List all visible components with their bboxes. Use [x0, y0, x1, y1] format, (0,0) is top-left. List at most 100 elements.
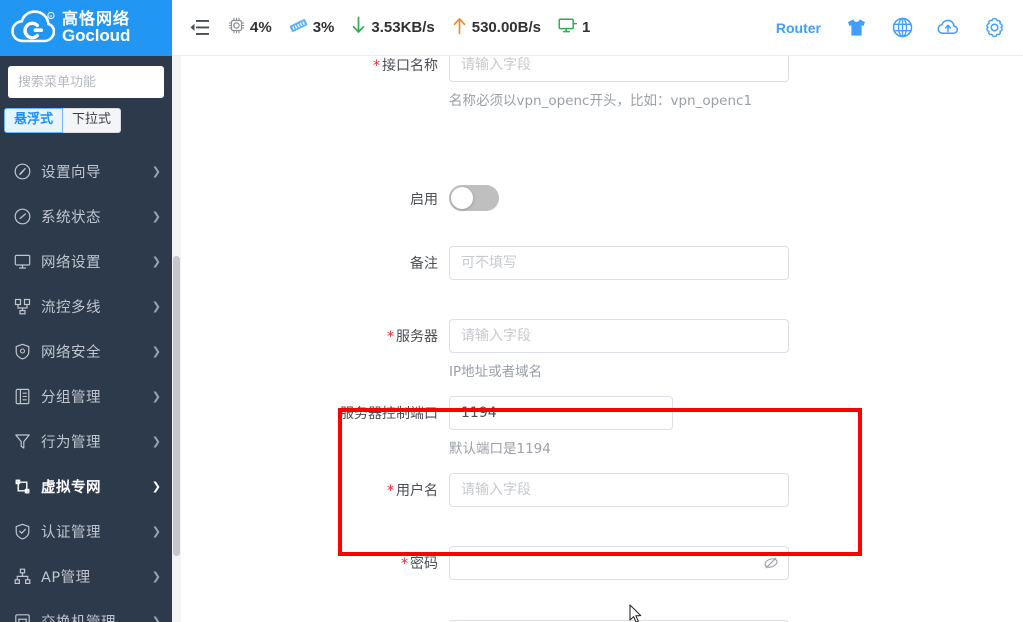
- chevron-right-icon: ❯: [151, 256, 161, 269]
- remark-input[interactable]: [449, 246, 789, 280]
- sidebar-item-label: 虚拟专网: [41, 480, 101, 497]
- chevron-right-icon: ❯: [151, 481, 161, 494]
- chevron-right-icon: ❯: [152, 615, 161, 622]
- sidebar-scrollbar-track[interactable]: [172, 56, 181, 622]
- chevron-right-icon: ❯: [151, 301, 161, 314]
- sidebar-mode-switch: 悬浮式 下拉式: [0, 104, 172, 143]
- sidebar-item-network-security[interactable]: 网络安全 ❯: [0, 329, 172, 374]
- gear-icon[interactable]: [983, 17, 1005, 39]
- book-icon: [13, 388, 31, 406]
- sidebar-item-behavior-management[interactable]: 行为管理 ❯: [0, 419, 172, 464]
- sidebar-item-label: 分组管理: [41, 390, 101, 407]
- gauge-icon: [13, 208, 31, 226]
- upload-speed-stat: 530.00B/s: [452, 16, 541, 40]
- mode-floating-button[interactable]: 悬浮式: [4, 108, 64, 134]
- field-server: IP地址或者域名: [449, 319, 789, 380]
- sidebar-item-label: AP管理: [41, 570, 91, 587]
- enable-toggle[interactable]: [449, 185, 499, 211]
- form-label-enable: 启用: [410, 192, 438, 208]
- username-input[interactable]: [449, 473, 789, 507]
- top-bar-actions: Router: [776, 17, 1023, 39]
- brand-name-cn: 高恪网络: [62, 9, 131, 29]
- collapse-menu-icon[interactable]: [184, 13, 214, 43]
- switch-icon: [13, 613, 31, 622]
- download-speed-stat: 3.53KB/s: [351, 16, 435, 40]
- form-label-server: * 服务器: [387, 329, 438, 345]
- sidebar-item-network-settings[interactable]: 网络设置 ❯: [0, 239, 172, 284]
- form-row-enable: 启用: [321, 182, 499, 211]
- password-input[interactable]: [449, 546, 789, 580]
- server-port-help: 默认端口是1194: [449, 441, 551, 457]
- sidebar-item-label: 系统状态: [41, 210, 101, 227]
- memory-stat: 3%: [289, 17, 335, 39]
- password-wrap: [449, 546, 789, 580]
- sidebar-item-system-status[interactable]: 系统状态 ❯: [0, 194, 172, 239]
- server-port-input[interactable]: [449, 396, 673, 430]
- eye-slash-icon[interactable]: [763, 555, 779, 571]
- sidebar-item-label: 交换机管理: [41, 611, 152, 622]
- sidebar-item-ap-management[interactable]: AP管理 ❯: [0, 554, 172, 599]
- search-input[interactable]: [18, 74, 172, 90]
- online-devices-stat: 1: [558, 17, 590, 39]
- search-box[interactable]: [8, 66, 172, 98]
- flow-icon: [13, 298, 31, 316]
- crop-icon: [13, 478, 31, 496]
- required-star: *: [401, 556, 408, 572]
- chevron-right-icon: ❯: [151, 211, 161, 224]
- field-username: [449, 473, 789, 507]
- content-area: *接口名称 名称必须以vpn_openc开头，比如：vpn_openc1 启用: [181, 56, 1023, 622]
- form-row-server: *服务器 IP地址或者域名: [321, 319, 789, 380]
- sidebar-item-label: 行为管理: [41, 435, 101, 452]
- sidebar-item-label: 网络安全: [41, 345, 101, 362]
- interface-name-input[interactable]: [449, 56, 789, 82]
- interface-name-help: 名称必须以vpn_openc开头，比如：vpn_openc1: [449, 93, 753, 109]
- sidebar-search-wrap: [0, 56, 172, 104]
- memory-usage-value: 3%: [312, 19, 335, 36]
- sidebar-item-flow-control[interactable]: 流控多线 ❯: [0, 284, 172, 329]
- field-enable: [449, 182, 499, 211]
- app-root: R 高恪网络 Gocloud 4% 3% 3.53KB/s 530.00B/s …: [0, 0, 1023, 622]
- server-input[interactable]: [449, 319, 789, 353]
- top-bar-stats: 4% 3% 3.53KB/s 530.00B/s 1: [172, 13, 607, 43]
- sidebar-scrollbar-thumb[interactable]: [173, 256, 180, 556]
- form-row-remark: 备注: [321, 246, 789, 280]
- online-devices-value: 1: [581, 19, 591, 36]
- form-label-server-port: 服务器控制端口: [340, 406, 438, 422]
- cpu-icon: [228, 17, 245, 39]
- sidebar-item-setup-wizard[interactable]: 设置向导 ❯: [0, 149, 172, 194]
- tshirt-icon[interactable]: [845, 17, 867, 39]
- cloud-upload-icon[interactable]: [937, 17, 959, 39]
- sidebar-item-vpn[interactable]: 虚拟专网 ❯: [0, 464, 172, 509]
- sidebar-item-group-management[interactable]: 分组管理 ❯: [0, 374, 172, 419]
- upload-arrow-icon: [452, 16, 467, 40]
- chevron-right-icon: ❯: [151, 436, 161, 449]
- sitemap-icon: [13, 568, 31, 586]
- brand-logo[interactable]: R 高恪网络 Gocloud: [0, 0, 172, 56]
- required-star: *: [373, 58, 380, 74]
- router-link[interactable]: Router: [776, 20, 821, 36]
- form-label-interface-name: * 接口名称: [373, 58, 438, 74]
- memory-icon: [289, 17, 308, 39]
- cpu-stat: 4%: [228, 17, 272, 39]
- form-label-remark: 备注: [410, 256, 438, 272]
- sidebar-item-switch-management[interactable]: 交换机管理 ❯: [0, 599, 172, 622]
- form-row-username: * 用户名: [321, 473, 789, 507]
- globe-icon[interactable]: [891, 17, 913, 39]
- field-remark: [449, 246, 789, 280]
- sidebar: 悬浮式 下拉式 设置向导 ❯: [0, 56, 172, 622]
- sidebar-item-auth-management[interactable]: 认证管理 ❯: [0, 509, 172, 554]
- form-label-username: * 用户名: [387, 483, 438, 499]
- chevron-right-icon: ❯: [151, 346, 161, 359]
- upload-speed-value: 530.00B/s: [471, 19, 541, 36]
- sidebar-item-label: 设置向导: [41, 165, 101, 182]
- form-row-interface-name: *接口名称 名称必须以vpn_openc开头，比如：vpn_openc1: [321, 56, 789, 109]
- cloud-g-logo: R: [11, 10, 56, 46]
- sidebar-item-label: 流控多线: [41, 300, 101, 317]
- field-password: [449, 546, 789, 580]
- brand-name-en: Gocloud: [62, 26, 131, 46]
- monitor-icon: [13, 253, 31, 271]
- form-row-password: * 密码: [321, 546, 789, 580]
- mode-dropdown-button[interactable]: 下拉式: [63, 108, 122, 134]
- field-interface-name: 名称必须以vpn_openc开头，比如：vpn_openc1: [449, 56, 789, 109]
- form-label-password: * 密码: [401, 556, 438, 572]
